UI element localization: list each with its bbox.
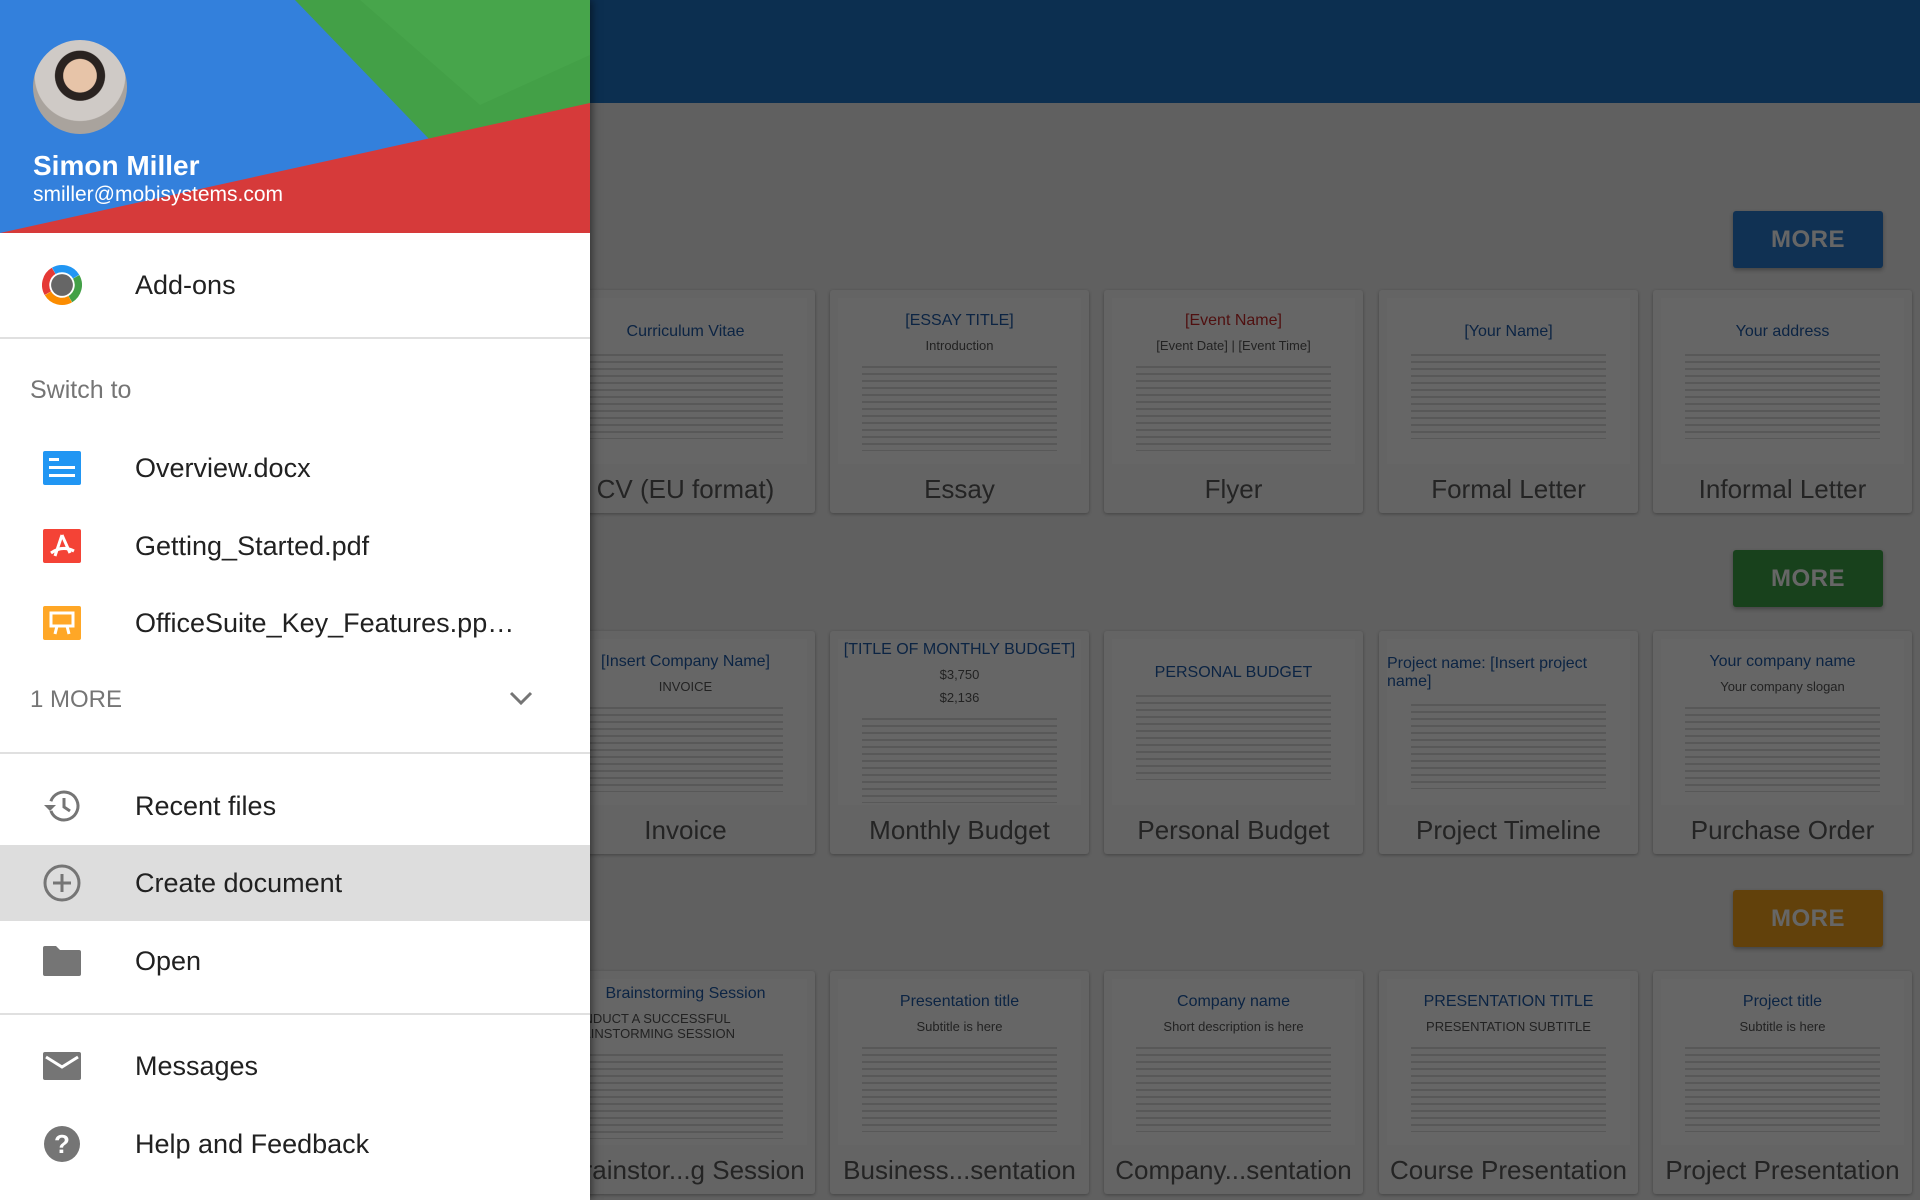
show-more-recent[interactable]: 1 MORE [0, 662, 590, 738]
recent-doc-getting-started[interactable]: Getting_Started.pdf [0, 508, 590, 584]
nav-recent-files[interactable]: Recent files [0, 768, 590, 844]
nav-label: Messages [135, 1050, 259, 1081]
addons-gear-icon [42, 265, 82, 305]
more-count: 1 MORE [30, 686, 123, 713]
help-icon: ? [42, 1124, 82, 1164]
recent-doc-label: Overview.docx [135, 452, 311, 483]
nav-open[interactable]: Open [0, 923, 590, 999]
folder-icon [42, 941, 82, 981]
add-circle-icon [42, 863, 82, 903]
navigation-drawer: Simon Miller smiller@mobisystems.com Add… [0, 0, 590, 1200]
user-email: smiller@mobisystems.com [33, 183, 284, 206]
docx-icon [42, 448, 82, 488]
user-name: Simon Miller [33, 150, 200, 181]
pptx-icon [42, 603, 82, 643]
nav-create-document[interactable]: Create document [0, 845, 590, 921]
recent-doc-overview[interactable]: Overview.docx [0, 430, 590, 506]
divider [0, 1013, 590, 1015]
switch-to-heading: Switch to [30, 376, 132, 404]
history-icon [42, 786, 82, 826]
pdf-icon [42, 526, 82, 566]
nav-messages[interactable]: Messages [0, 1028, 590, 1104]
addons-label: Add-ons [135, 269, 236, 300]
mail-icon [42, 1046, 82, 1086]
divider [0, 752, 590, 754]
recent-doc-label: Getting_Started.pdf [135, 530, 370, 561]
account-header: Simon Miller smiller@mobisystems.com [0, 0, 590, 233]
svg-text:?: ? [54, 1129, 70, 1159]
nav-help-feedback[interactable]: ? Help and Feedback [0, 1106, 590, 1182]
recent-doc-label: OfficeSuite_Key_Features.pp… [135, 607, 515, 638]
nav-label: Help and Feedback [135, 1128, 370, 1159]
chevron-down-icon [508, 690, 534, 711]
nav-label: Recent files [135, 790, 277, 821]
divider [0, 337, 590, 339]
recent-doc-key-features[interactable]: OfficeSuite_Key_Features.pp… [0, 585, 590, 661]
avatar[interactable] [33, 40, 127, 134]
nav-label: Open [135, 945, 202, 976]
addons-item[interactable]: Add-ons [0, 247, 590, 323]
nav-label: Create document [135, 867, 343, 898]
